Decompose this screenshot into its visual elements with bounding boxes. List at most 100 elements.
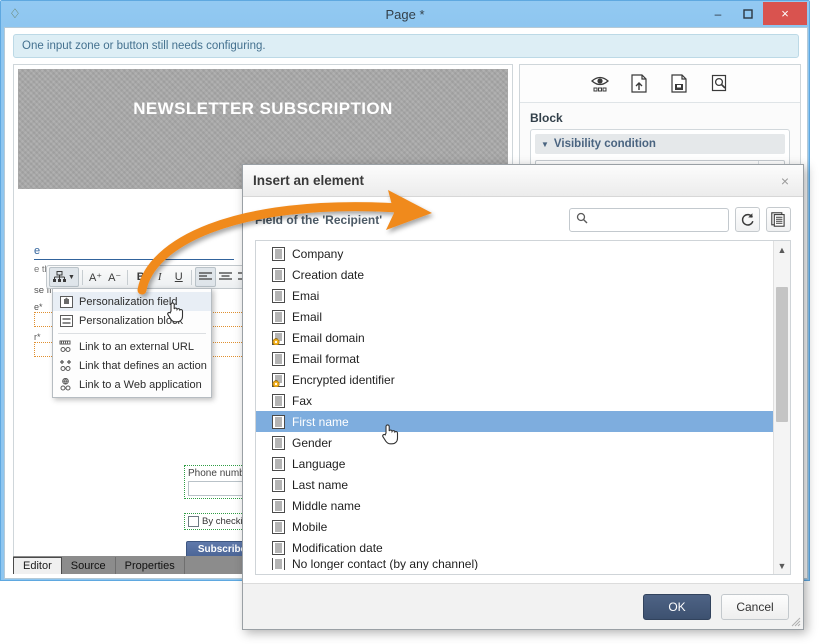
list-item[interactable]: Mobile <box>256 516 773 537</box>
tab-properties[interactable]: Properties <box>116 557 185 574</box>
field-icon <box>272 519 285 534</box>
scrollbar-thumb[interactable] <box>776 287 788 422</box>
chevron-down-icon: ▼ <box>68 273 75 281</box>
list-item-label: Emai <box>292 288 320 303</box>
list-item[interactable]: Encrypted identifier <box>256 369 773 390</box>
action-link-icon <box>59 359 73 372</box>
menu-item-label: Personalization field <box>79 295 178 308</box>
ok-button[interactable]: OK <box>643 593 711 620</box>
tab-source[interactable]: Source <box>62 557 116 574</box>
decrease-font-button[interactable]: A⁻ <box>105 267 124 287</box>
resize-grip[interactable] <box>791 617 801 627</box>
search-input[interactable] <box>592 213 734 226</box>
list-item[interactable]: Email format <box>256 348 773 369</box>
personalization-field-icon <box>59 295 73 308</box>
tab-editor[interactable]: Editor <box>13 557 62 574</box>
list-item-label: Language <box>292 456 346 471</box>
field-icon <box>272 540 285 555</box>
external-link-icon <box>59 340 73 353</box>
field-icon <box>272 477 285 492</box>
list-item[interactable]: Fax <box>256 390 773 411</box>
close-icon[interactable]: × <box>777 173 793 189</box>
field-icon <box>272 393 285 408</box>
menu-item-personalization-block[interactable]: Personalization block <box>53 311 211 330</box>
refresh-button[interactable] <box>735 207 760 232</box>
insert-element-context-menu: Personalization field Personalization bl… <box>52 288 212 398</box>
minimize-button[interactable]: – <box>703 2 733 25</box>
scroll-down-button[interactable]: ▼ <box>774 557 790 574</box>
consent-checkbox[interactable] <box>188 516 199 527</box>
menu-item-label: Link to a Web application <box>79 378 202 391</box>
list-item[interactable]: No longer contact (by any channel) <box>256 558 773 570</box>
menu-item-label: Link that defines an action <box>79 359 207 372</box>
list-item-selected[interactable]: First name <box>256 411 773 432</box>
dialog-footer: OK Cancel <box>243 583 803 629</box>
element-list-viewport: Company Creation date Emai Email Email d… <box>256 241 773 574</box>
scroll-up-button[interactable]: ▲ <box>774 241 790 258</box>
menu-item-external-url[interactable]: Link to an external URL <box>53 337 211 356</box>
list-item[interactable]: Email <box>256 306 773 327</box>
list-item[interactable]: Gender <box>256 432 773 453</box>
dialog-title: Insert an element <box>253 173 365 188</box>
increase-font-button[interactable]: A⁺ <box>86 267 105 287</box>
element-list[interactable]: Company Creation date Emai Email Email d… <box>255 240 791 575</box>
list-item[interactable]: Language <box>256 453 773 474</box>
list-item[interactable]: Company <box>256 243 773 264</box>
search-box[interactable] <box>569 207 734 232</box>
field-icon <box>272 246 285 261</box>
visibility-condition-header[interactable]: ▼ Visibility condition <box>535 134 785 154</box>
list-item[interactable]: Last name <box>256 474 773 495</box>
list-view-button[interactable] <box>766 207 791 232</box>
notification-text: One input zone or button still needs con… <box>22 40 266 52</box>
import-page-icon[interactable] <box>629 73 651 95</box>
list-item-label: Email <box>292 309 323 324</box>
visibility-condition-label: Visibility condition <box>553 138 656 150</box>
list-item[interactable]: Email domain <box>256 327 773 348</box>
list-item[interactable]: Middle name <box>256 495 773 516</box>
close-button[interactable]: × <box>763 2 807 25</box>
refresh-icon <box>741 213 754 226</box>
field-scope-label: Field of the 'Recipient' <box>255 212 383 227</box>
menu-item-personalization-field[interactable]: Personalization field <box>53 292 211 311</box>
computed-field-icon <box>272 372 285 388</box>
app-icon: ♢ <box>9 6 21 21</box>
list-item-label: First name <box>292 414 349 429</box>
field-icon <box>272 414 285 429</box>
menu-item-web-application[interactable]: Link to a Web application <box>53 375 211 394</box>
newsletter-subheading: e <box>34 245 234 260</box>
list-item[interactable]: Modification date <box>256 537 773 558</box>
list-scrollbar[interactable]: ▲ ▼ <box>773 241 790 574</box>
editor-view-tabs: Editor Source Properties <box>13 556 253 574</box>
menu-item-label: Link to an external URL <box>79 340 194 353</box>
underline-button[interactable]: U <box>169 267 188 287</box>
list-item-label: Email format <box>292 351 360 366</box>
cancel-button[interactable]: Cancel <box>721 593 789 620</box>
list-item-label: Fax <box>292 393 313 408</box>
field-icon <box>272 456 285 471</box>
insert-element-dropdown-button[interactable]: ▼ <box>49 267 79 287</box>
bold-button[interactable]: B <box>131 267 150 287</box>
list-item-label: Creation date <box>292 267 365 282</box>
save-page-icon[interactable] <box>669 73 691 95</box>
insert-element-dialog: Insert an element × Field of the 'Recipi… <box>242 164 804 630</box>
italic-button[interactable]: I <box>150 267 169 287</box>
list-item-label: No longer contact (by any channel) <box>292 558 479 570</box>
menu-item-action-link[interactable]: Link that defines an action <box>53 356 211 375</box>
properties-toolbar <box>520 65 800 103</box>
insert-element-icon <box>53 271 66 282</box>
field-icon <box>272 435 285 450</box>
dialog-body: Field of the 'Recipient' Company Creatio… <box>243 197 803 583</box>
list-item[interactable]: Creation date <box>256 264 773 285</box>
field-icon <box>272 351 285 366</box>
dialog-search-row: Field of the 'Recipient' <box>255 207 791 232</box>
inspect-page-icon[interactable] <box>709 73 731 95</box>
preview-eye-icon[interactable] <box>589 73 611 95</box>
menu-separator <box>58 333 206 334</box>
window-controls: – × <box>703 2 807 25</box>
toolbar-separator-3 <box>191 269 193 285</box>
list-item-label: Company <box>292 246 344 261</box>
align-left-button[interactable] <box>195 267 217 287</box>
align-center-button[interactable] <box>216 267 235 287</box>
maximize-button[interactable] <box>733 2 763 25</box>
list-item[interactable]: Emai <box>256 285 773 306</box>
